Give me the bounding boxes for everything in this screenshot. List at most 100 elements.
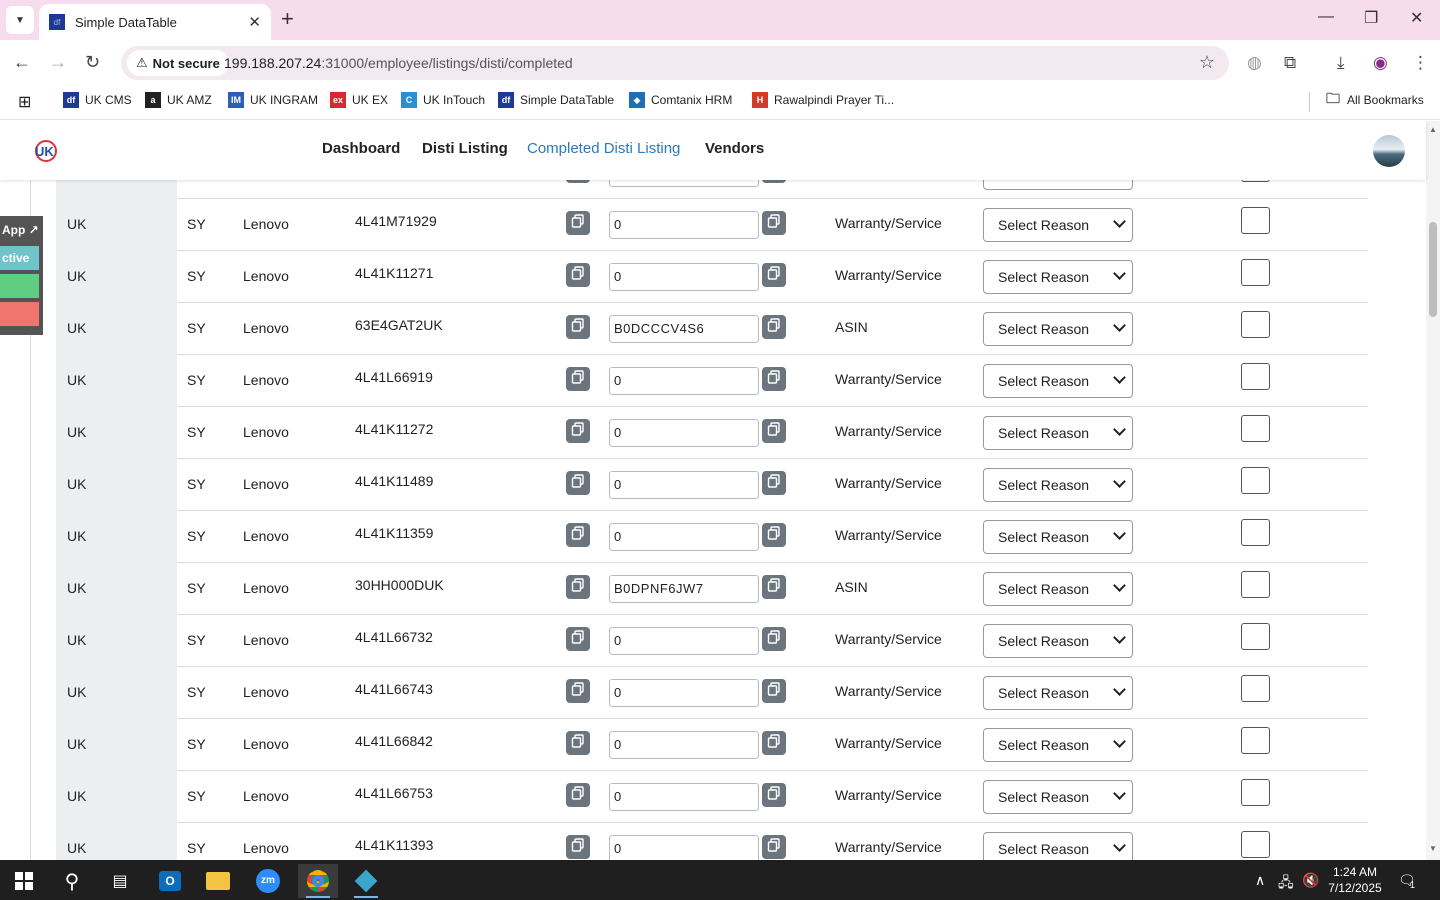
copy-value-button[interactable] (762, 523, 786, 547)
tab-search-button[interactable]: ▼ (6, 6, 34, 34)
bookmark-item[interactable]: df Simple DataTable (498, 92, 614, 108)
value-input[interactable]: B0DCCCV4S6 (609, 315, 759, 343)
scroll-up-icon[interactable]: ▲ (1429, 125, 1437, 134)
close-tab-icon[interactable]: ✕ (248, 13, 261, 31)
copy-value-button[interactable] (762, 627, 786, 651)
restore-icon[interactable]: ❐ (1364, 8, 1378, 28)
bookmark-item[interactable]: a UK AMZ (145, 92, 212, 108)
row-checkbox[interactable] (1241, 363, 1270, 390)
new-tab-icon[interactable]: + (281, 8, 294, 30)
download-icon[interactable]: ⤓ (1337, 53, 1345, 73)
copy-value-button[interactable] (762, 835, 786, 859)
reason-select[interactable]: Select Reason (983, 728, 1133, 762)
minimize-icon[interactable]: — (1318, 8, 1334, 26)
profile-icon[interactable]: ◉ (1373, 53, 1388, 73)
scrollbar-thumb[interactable] (1429, 222, 1437, 317)
row-checkbox[interactable] (1241, 259, 1270, 286)
value-input[interactable]: 0 (609, 731, 759, 759)
copy-value-button[interactable] (762, 731, 786, 755)
extensions-icon[interactable]: ⧉ (1284, 53, 1296, 73)
start-button[interactable] (4, 864, 44, 898)
tray-overflow-icon[interactable]: ∧ (1255, 872, 1265, 889)
menu-kebab-icon[interactable]: ⋮ (1412, 53, 1429, 73)
uk-logo-icon[interactable]: UK (32, 139, 58, 163)
copy-part-button[interactable] (566, 627, 590, 651)
browser-tab[interactable]: df Simple DataTable ✕ (39, 4, 271, 40)
nav-dashboard[interactable]: Dashboard (322, 140, 400, 157)
row-checkbox[interactable] (1241, 571, 1270, 598)
bookmark-item[interactable]: ex UK EX (330, 92, 388, 108)
copy-part-button[interactable] (566, 523, 590, 547)
copy-value-button[interactable] (762, 263, 786, 287)
bookmark-item[interactable]: df UK CMS (63, 92, 132, 108)
reason-select[interactable]: Select Reason (983, 572, 1133, 606)
reason-select[interactable]: Select Reason (983, 520, 1133, 554)
reason-select[interactable]: Select Reason (983, 364, 1133, 398)
side-widget-app[interactable]: App ↗ (0, 218, 39, 242)
copy-value-button[interactable] (762, 367, 786, 391)
copy-part-button[interactable] (566, 575, 590, 599)
value-input[interactable]: 0 (609, 835, 759, 860)
copy-part-button[interactable] (566, 471, 590, 495)
copy-value-button[interactable] (762, 419, 786, 443)
reason-select[interactable]: Select Reason (983, 676, 1133, 710)
copy-value-button[interactable] (762, 211, 786, 235)
copy-part-button[interactable] (566, 315, 590, 339)
side-widget-green[interactable] (0, 274, 39, 298)
close-window-icon[interactable]: ✕ (1410, 8, 1423, 28)
copy-part-button[interactable] (566, 211, 590, 235)
nav-disti-listing[interactable]: Disti Listing (422, 140, 508, 157)
row-checkbox[interactable] (1241, 779, 1270, 806)
reason-select[interactable]: Select Reason (983, 468, 1133, 502)
bookmark-item[interactable]: ◆ Comtanix HRM (629, 92, 732, 108)
value-input[interactable]: 0 (609, 471, 759, 499)
row-checkbox[interactable] (1241, 207, 1270, 234)
copy-part-button[interactable] (566, 419, 590, 443)
all-bookmarks-button[interactable]: 🗀 All Bookmarks (1325, 90, 1424, 108)
copy-value-button[interactable] (762, 315, 786, 339)
forward-icon[interactable]: → (49, 52, 67, 73)
value-input[interactable]: 0 (609, 679, 759, 707)
copy-value-button[interactable] (762, 575, 786, 599)
pinned-app[interactable] (346, 864, 386, 898)
file-explorer-app[interactable] (198, 864, 238, 898)
copy-part-button[interactable] (566, 835, 590, 859)
value-input[interactable]: B0DPNF6JW7 (609, 575, 759, 603)
copy-part-button[interactable] (566, 783, 590, 807)
vertical-scrollbar[interactable]: ▲ ▼ (1426, 121, 1440, 860)
address-bar[interactable]: ⚠ Not secure 199.188.207.24:31000/employ… (121, 46, 1229, 80)
bookmark-star-icon[interactable]: ☆ (1199, 52, 1215, 73)
value-input[interactable]: 0 (609, 523, 759, 551)
copy-value-button[interactable] (762, 471, 786, 495)
scroll-down-icon[interactable]: ▼ (1429, 844, 1437, 853)
side-widget-active[interactable]: ctive (0, 246, 39, 270)
nav-completed-disti-listing[interactable]: Completed Disti Listing (527, 140, 680, 157)
reason-select[interactable]: Select Reason (983, 260, 1133, 294)
row-checkbox[interactable] (1241, 415, 1270, 442)
reason-select[interactable]: Select Reason (983, 624, 1133, 658)
value-input[interactable]: 0 (609, 367, 759, 395)
row-checkbox[interactable] (1241, 519, 1270, 546)
row-checkbox[interactable] (1241, 311, 1270, 338)
reload-icon[interactable]: ↻ (85, 52, 100, 73)
value-input[interactable]: 0 (609, 783, 759, 811)
back-icon[interactable]: ← (13, 52, 31, 73)
row-checkbox[interactable] (1241, 727, 1270, 754)
bookmark-item[interactable]: H Rawalpindi Prayer Ti... (752, 92, 894, 108)
side-widget-red[interactable] (0, 302, 39, 326)
row-checkbox[interactable] (1241, 675, 1270, 702)
reason-select[interactable]: Select Reason (983, 208, 1133, 242)
search-button[interactable]: ⚲ (52, 864, 92, 898)
outlook-app[interactable]: O (150, 864, 190, 898)
avatar[interactable] (1373, 135, 1405, 167)
task-view-button[interactable]: ▤ (100, 864, 140, 898)
apps-grid-icon[interactable]: ⊞ (18, 92, 31, 112)
copy-part-button[interactable] (566, 679, 590, 703)
bookmark-item[interactable]: C UK InTouch (401, 92, 485, 108)
value-input[interactable]: 0 (609, 263, 759, 291)
network-icon[interactable]: 🖧 (1278, 872, 1294, 896)
row-checkbox[interactable] (1241, 831, 1270, 858)
copy-value-button[interactable] (762, 679, 786, 703)
reason-select[interactable]: Select Reason (983, 780, 1133, 814)
bookmark-item[interactable]: IM UK INGRAM (228, 92, 318, 108)
